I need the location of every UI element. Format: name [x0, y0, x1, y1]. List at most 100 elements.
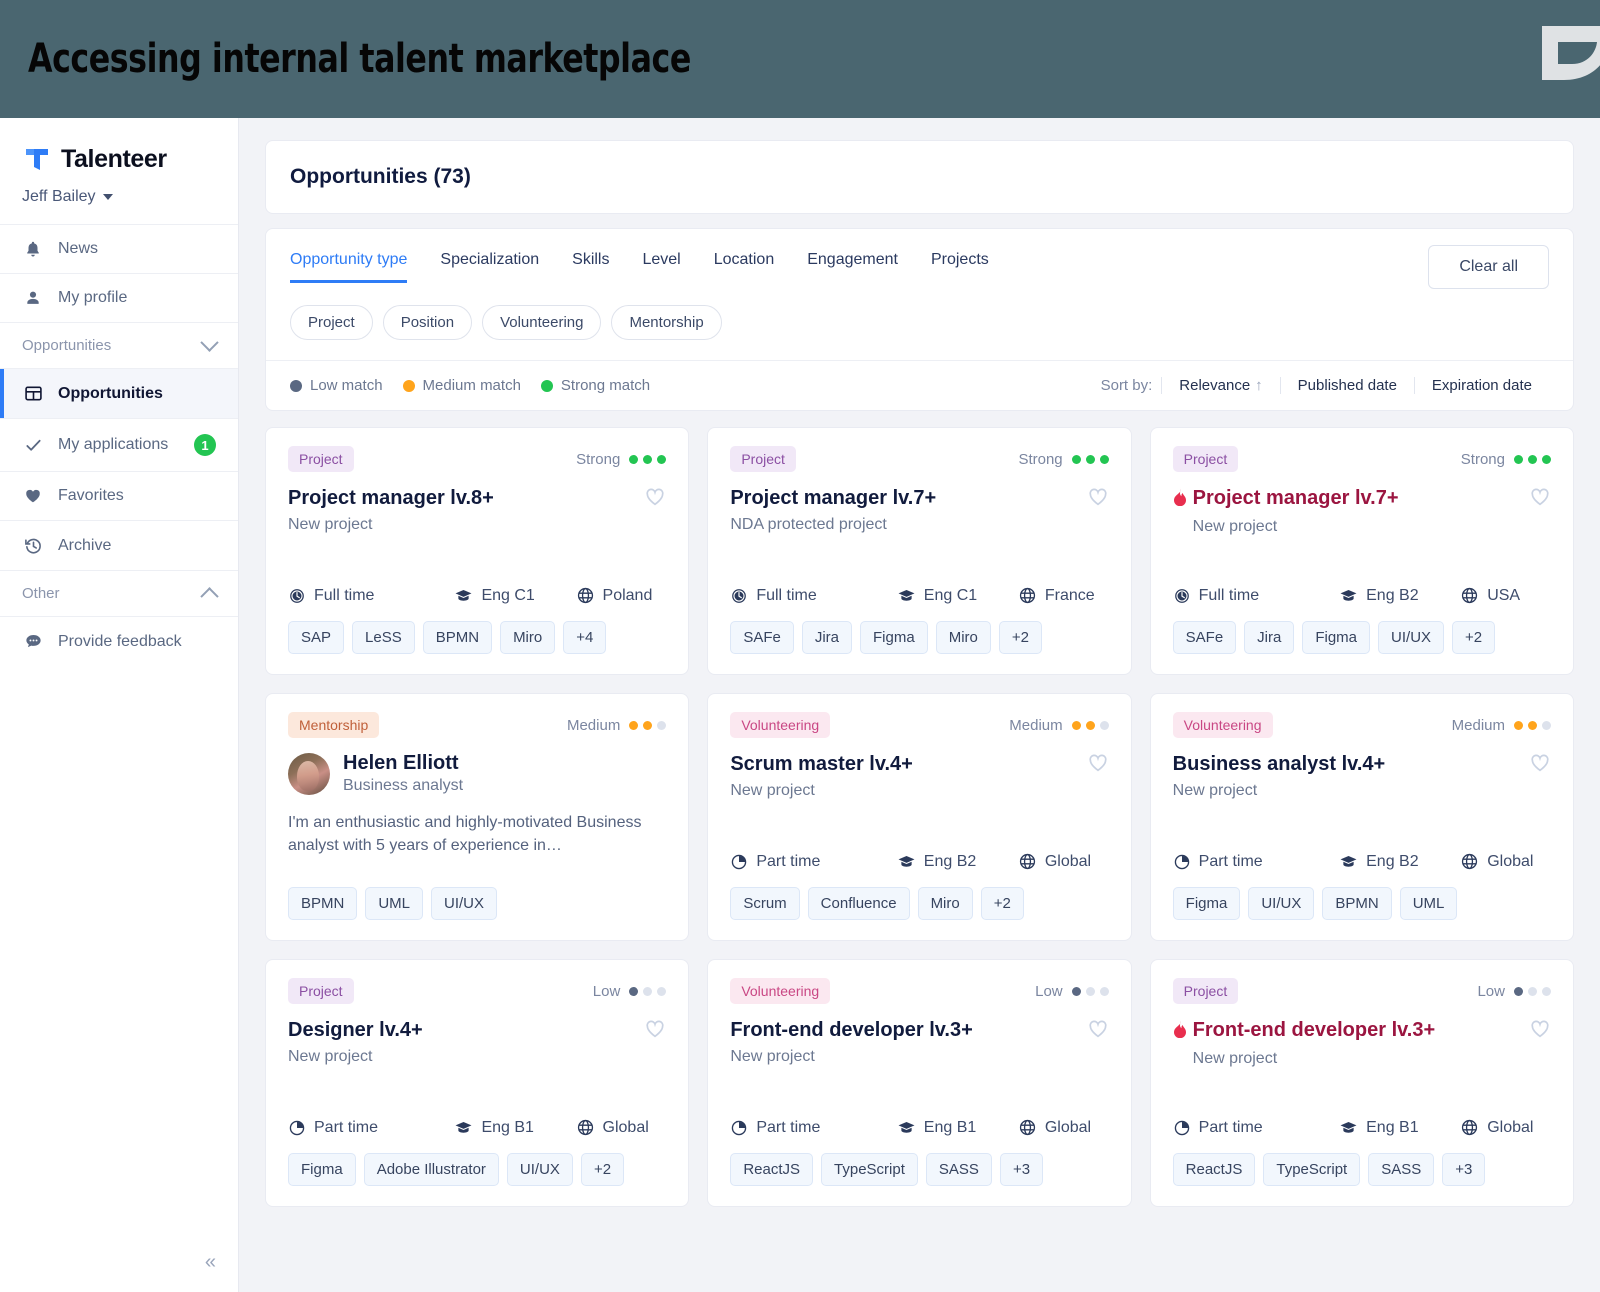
sidebar-item-news[interactable]: News — [0, 225, 238, 274]
sidebar-item-opportunities[interactable]: Opportunities — [0, 369, 238, 418]
match-label: Low — [1477, 982, 1505, 1000]
skill-tag[interactable]: Miro — [935, 621, 991, 654]
card-title-block: Project manager lv.7+ NDA protected proje… — [730, 486, 936, 534]
skill-tag[interactable]: UI/UX — [1248, 887, 1315, 920]
favorite-heart-icon[interactable] — [1529, 486, 1551, 508]
opportunity-card[interactable]: Volunteering Low Front-end developer lv.3+… — [707, 959, 1132, 1207]
meta-employment-type: Part time — [1173, 1119, 1339, 1137]
skill-tag[interactable]: SAFe — [730, 621, 794, 654]
opportunity-card[interactable]: Project Low Designer lv.4+ New project Part … — [265, 959, 690, 1207]
skill-tag[interactable]: Jira — [1244, 621, 1295, 654]
opportunity-card[interactable]: Project Strong Project manager lv.8+ New pr… — [265, 427, 690, 675]
filter-pill-project[interactable]: Project — [290, 305, 373, 340]
favorite-heart-icon[interactable] — [1087, 486, 1109, 508]
opportunity-card[interactable]: Project Low Front-end developer lv.3+ New p… — [1149, 959, 1574, 1207]
tab-location[interactable]: Location — [714, 251, 775, 283]
skill-tag[interactable]: Figma — [288, 1153, 356, 1186]
graduation-cap-icon — [454, 1118, 473, 1137]
skill-tag[interactable]: ReactJS — [1172, 1153, 1256, 1186]
skill-tag[interactable]: Figma — [860, 621, 928, 654]
skill-tag[interactable]: UML — [1399, 887, 1458, 920]
opportunity-card[interactable]: Volunteering Medium Scrum master lv.4+ New … — [707, 693, 1132, 941]
skill-tag[interactable]: UI/UX — [1378, 621, 1445, 654]
skill-tag[interactable]: +2 — [980, 887, 1024, 920]
sidebar-item-archive[interactable]: Archive — [0, 521, 238, 570]
opportunity-card[interactable]: Mentorship Medium Helen Elliott Business an… — [265, 693, 690, 941]
sidebar-item-my-profile[interactable]: My profile — [0, 274, 238, 323]
user-menu[interactable]: Jeff Bailey — [22, 188, 216, 206]
skill-tag[interactable]: UI/UX — [506, 1153, 573, 1186]
sort-option-expiration-date[interactable]: Expiration date — [1413, 377, 1549, 394]
tab-level[interactable]: Level — [642, 251, 680, 283]
brand-row[interactable]: Talenteer — [22, 144, 216, 174]
skill-tag[interactable]: Miro — [500, 621, 556, 654]
filter-pill-mentorship[interactable]: Mentorship — [611, 305, 722, 340]
skill-tag[interactable]: SASS — [1368, 1153, 1435, 1186]
mentor-info: Helen Elliott Business analyst — [343, 752, 463, 795]
sidebar-item-provide-feedback[interactable]: Provide feedback — [0, 617, 238, 666]
skill-tag[interactable]: TypeScript — [821, 1153, 918, 1186]
tab-specialization[interactable]: Specialization — [440, 251, 539, 283]
favorite-heart-icon[interactable] — [644, 486, 666, 508]
skill-tag[interactable]: SAP — [288, 621, 345, 654]
skill-tag-list: ReactJS TypeScript SASS +3 — [1172, 1153, 1551, 1186]
sidebar-item-my-applications[interactable]: My applications 1 — [0, 419, 238, 471]
sidebar-section-other[interactable]: Other — [0, 571, 238, 617]
skill-tag[interactable]: +3 — [1442, 1153, 1486, 1186]
skill-tag[interactable]: Scrum — [730, 887, 800, 920]
sidebar-section-opportunities[interactable]: Opportunities — [0, 323, 238, 369]
skill-tag[interactable]: +4 — [563, 621, 607, 654]
favorite-heart-icon[interactable] — [1529, 752, 1551, 774]
skill-tag[interactable]: +2 — [580, 1153, 625, 1186]
skill-tag[interactable]: Figma — [1302, 621, 1371, 654]
filter-pill-position[interactable]: Position — [382, 305, 473, 340]
clock-half-icon — [730, 853, 748, 871]
clear-all-button[interactable]: Clear all — [1428, 245, 1549, 289]
match-dot — [643, 986, 653, 996]
favorite-heart-icon[interactable] — [644, 1018, 666, 1040]
favorite-heart-icon[interactable] — [1087, 752, 1109, 774]
filter-pill-volunteering[interactable]: Volunteering — [482, 305, 602, 340]
favorite-heart-icon[interactable] — [1529, 1018, 1551, 1040]
mentor-description: I'm an enthusiastic and highly-motivated… — [288, 814, 642, 855]
skill-tag[interactable]: BPMN — [1322, 887, 1392, 920]
match-dot — [657, 986, 667, 996]
skill-tag[interactable]: +2 — [1452, 621, 1496, 654]
match-dot — [1085, 986, 1095, 996]
favorite-heart-icon[interactable] — [1087, 1018, 1109, 1040]
opportunity-type-badge: Project — [1172, 446, 1239, 472]
sort-option-relevance[interactable]: Relevance ↑ — [1161, 377, 1279, 394]
skill-tag[interactable]: BPMN — [422, 621, 493, 654]
clock-full-icon — [288, 587, 306, 605]
skill-tag[interactable]: Figma — [1172, 887, 1241, 920]
skill-tag[interactable]: UI/UX — [431, 887, 498, 920]
skill-tag[interactable]: Miro — [917, 887, 973, 920]
opportunity-card[interactable]: Project Strong Project manager lv.7+ New pr… — [1149, 427, 1574, 675]
tab-skills[interactable]: Skills — [572, 251, 609, 283]
skill-tag[interactable]: SASS — [925, 1153, 992, 1186]
opportunity-card[interactable]: Project Strong Project manager lv.7+ NDA pr… — [707, 427, 1132, 675]
skill-tag[interactable]: Jira — [801, 621, 853, 654]
skill-tag[interactable]: Adobe Illustrator — [363, 1153, 499, 1186]
opportunity-card[interactable]: Volunteering Medium Business analyst lv.4+… — [1149, 693, 1574, 941]
sidebar-item-favorites[interactable]: Favorites — [0, 472, 238, 520]
tab-opportunity-type[interactable]: Opportunity type — [290, 251, 408, 283]
skill-tag[interactable]: Confluence — [807, 887, 910, 920]
match-dot — [1099, 986, 1109, 996]
skill-tag[interactable]: +2 — [998, 621, 1042, 654]
skill-tag[interactable]: SAFe — [1172, 621, 1237, 654]
skill-tag[interactable]: LeSS — [352, 621, 415, 654]
tab-engagement[interactable]: Engagement — [807, 251, 898, 283]
clock-half-icon — [288, 1119, 306, 1137]
clock-half-icon — [1173, 1119, 1191, 1137]
sidebar-collapse-button[interactable]: « — [205, 1251, 216, 1274]
skill-tag[interactable]: TypeScript — [1263, 1153, 1361, 1186]
opportunity-type-badge: Project — [730, 446, 796, 472]
skill-tag[interactable]: UML — [365, 887, 424, 920]
match-dot — [1528, 720, 1537, 730]
skill-tag[interactable]: BPMN — [288, 887, 358, 920]
skill-tag[interactable]: +3 — [999, 1153, 1044, 1186]
skill-tag[interactable]: ReactJS — [730, 1153, 814, 1186]
sort-option-published-date[interactable]: Published date — [1279, 377, 1414, 394]
tab-projects[interactable]: Projects — [931, 251, 989, 283]
